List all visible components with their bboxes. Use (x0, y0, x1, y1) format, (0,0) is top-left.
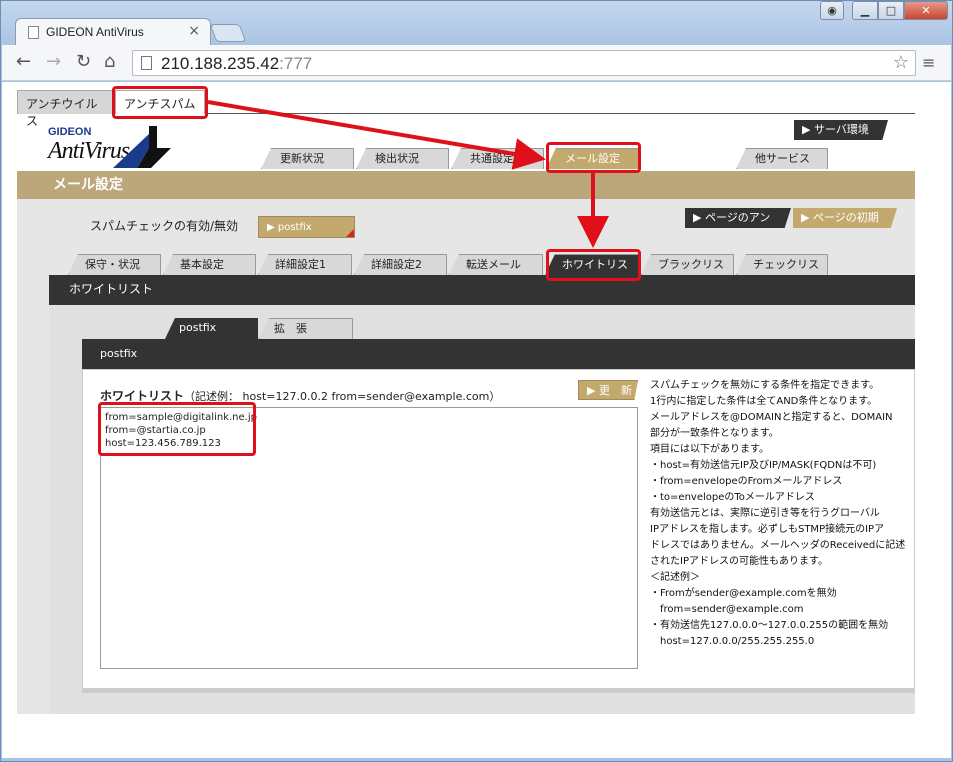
postfix-bar-title: postfix (82, 339, 915, 369)
tab-common-settings[interactable]: 共通設定 (451, 148, 544, 169)
page-icon (141, 56, 152, 70)
browser-tab[interactable]: GIDEON AntiVirus × (15, 18, 211, 46)
gideon-logo: GIDEON AntiVirus (48, 126, 171, 168)
help-line: 有効送信元とは、実際に逆引き等を行うグローバル (650, 508, 880, 519)
spam-check-label: スパムチェックの有効/無効 (90, 219, 239, 233)
tab-forward-mail[interactable]: 転送メール (449, 254, 543, 275)
content-footer (82, 689, 915, 693)
tab-postfix[interactable]: postfix (165, 318, 258, 339)
close-window-button[interactable]: ✕ (904, 1, 948, 20)
logo-mark-icon (113, 126, 171, 168)
close-tab-icon[interactable]: × (188, 23, 200, 39)
bookmark-star-icon[interactable]: ☆ (893, 52, 909, 73)
tab-basic-settings[interactable]: 基本設定 (163, 254, 256, 275)
help-line: 部分が一致条件となります。 (650, 428, 779, 439)
tab-title: GIDEON AntiVirus (46, 25, 144, 39)
help-line: ドレスではありません。メールヘッダのReceivedに記述 (650, 540, 906, 551)
subsection-title: ホワイトリスト (49, 275, 915, 305)
address-bar[interactable]: 210.188.235.42:777 ☆ (132, 50, 916, 76)
page-content: アンチウイルス アンチスパム GIDEON AntiVirus ▶ サーバ環境 … (2, 82, 951, 758)
browser-toolbar: ← → ↻ ⌂ 210.188.235.42:777 ☆ ≡ (2, 45, 951, 81)
forward-arrow-icon[interactable]: → (46, 52, 61, 72)
title-bar: GIDEON AntiVirus × ◉ ▁ □ ✕ (1, 1, 952, 46)
help-line: host=127.0.0.0/255.255.255.0 (650, 636, 815, 647)
postfix-toggle-button[interactable]: ▶ postfix (258, 216, 355, 238)
highlight-antispam (112, 86, 208, 119)
help-line: されたIPアドレスの可能性もあります。 (650, 556, 828, 567)
maximize-button[interactable]: □ (878, 1, 904, 20)
user-icon[interactable]: ◉ (820, 1, 844, 20)
server-env-button[interactable]: ▶ サーバ環境 (794, 120, 888, 140)
window-controls: ◉ ▁ □ ✕ (820, 1, 948, 21)
page-icon (28, 26, 39, 39)
home-icon[interactable]: ⌂ (104, 52, 115, 72)
menu-icon[interactable]: ≡ (922, 53, 935, 72)
help-line: ・host=有効送信元IP及びIP/MASK(FQDNは不可) (650, 460, 877, 471)
tab-checklist[interactable]: チェックリスト (736, 254, 828, 275)
help-line: ・Fromがsender@example.comを無効 (650, 588, 837, 599)
tab-detection-status[interactable]: 検出状況 (356, 148, 449, 169)
help-line: 項目には以下があります。 (650, 444, 769, 455)
back-arrow-icon[interactable]: ← (16, 52, 31, 72)
browser-window: GIDEON AntiVirus × ◉ ▁ □ ✕ ← → ↻ ⌂ 210.1… (0, 0, 953, 762)
highlight-whitelist (546, 249, 641, 281)
help-line: 1行内に指定した条件は全てAND条件となります。 (650, 396, 878, 407)
url-host: 210.188.235.42 (161, 54, 280, 73)
page-init-button[interactable]: ▶ ページの初期化 (793, 208, 897, 228)
help-line: メールアドレスを@DOMAINと指定すると、DOMAIN (650, 412, 893, 423)
help-line: ・from=envelopeのFromメールアドレス (650, 476, 843, 487)
update-button[interactable]: ▶ 更 新 (578, 380, 638, 400)
url-port: :777 (279, 54, 313, 73)
new-tab-button[interactable] (209, 24, 247, 42)
help-line: ・to=envelopeのToメールアドレス (650, 492, 815, 503)
tab-maintenance[interactable]: 保守・状況 (68, 254, 161, 275)
help-line: ＜記述例＞ (650, 572, 700, 583)
help-line: スパムチェックを無効にする条件を指定できます。 (650, 380, 880, 391)
highlight-entries (98, 402, 256, 456)
help-line: IPアドレスを指します。必ずしもSTMP接続元のIPア (650, 524, 885, 535)
help-line: from=sender@example.com (650, 604, 804, 615)
help-text: スパムチェックを無効にする条件を指定できます。 1行内に指定した条件は全てAND… (650, 378, 908, 650)
highlight-mail-settings (546, 142, 641, 173)
page-undo-button[interactable]: ▶ ページのアンドゥ (685, 208, 791, 228)
tab-update-status[interactable]: 更新状況 (261, 148, 354, 169)
tab-detail-settings-1[interactable]: 詳細設定1 (258, 254, 352, 275)
whitelist-heading: ホワイトリスト (100, 389, 185, 403)
reload-icon[interactable]: ↻ (76, 52, 91, 72)
tab-antivirus[interactable]: アンチウイルス (17, 90, 113, 128)
tab-detail-settings-2[interactable]: 詳細設定2 (354, 254, 447, 275)
minimize-button[interactable]: ▁ (852, 1, 878, 20)
help-line: ・有効送信先127.0.0.0～127.0.0.255の範囲を無効 (650, 620, 889, 631)
tab-extension[interactable]: 拡 張 (259, 318, 353, 339)
tab-blacklist[interactable]: ブラックリスト (641, 254, 734, 275)
section-title: メール設定 (17, 171, 915, 199)
tab-other-services[interactable]: 他サービス (736, 148, 828, 169)
